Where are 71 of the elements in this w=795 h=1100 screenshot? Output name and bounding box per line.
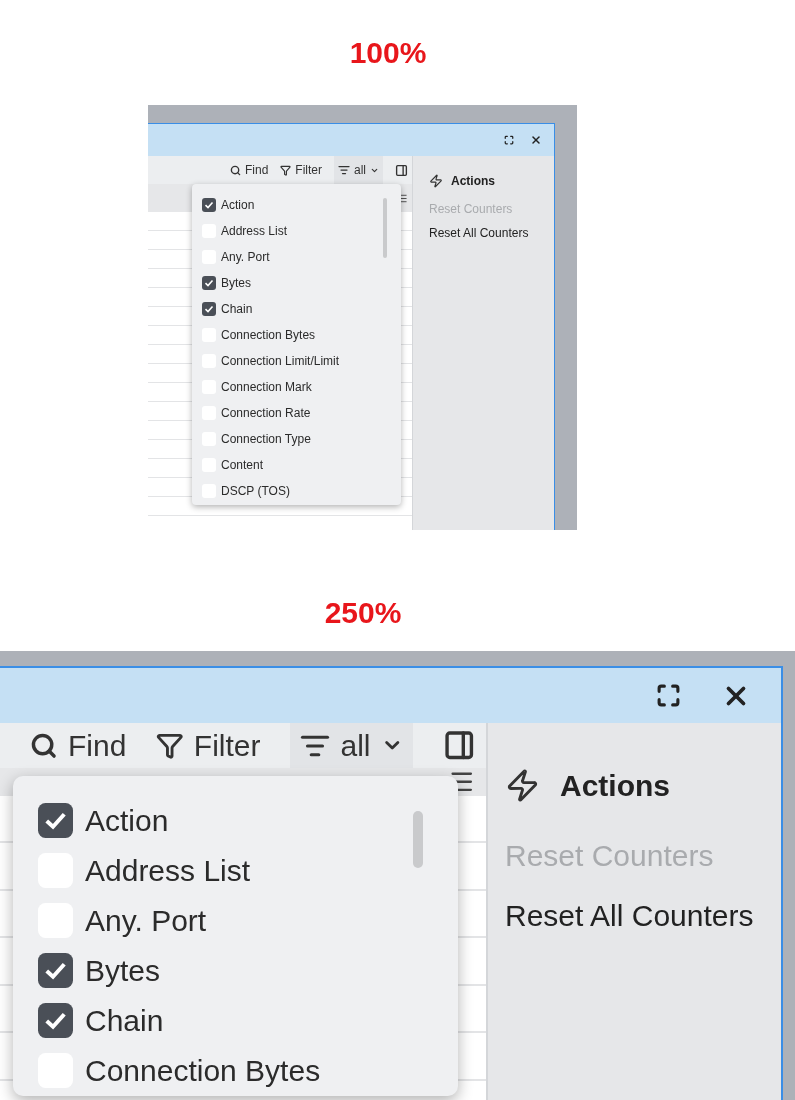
option-label: Connection Type: [221, 431, 311, 448]
option-label: Content: [221, 457, 264, 474]
option-label: Any. Port: [221, 249, 270, 266]
action-link[interactable]: Reset All Counters: [505, 893, 776, 938]
column-option[interactable]: DSCP (TOS): [202, 478, 401, 504]
filter-icon: [280, 164, 292, 176]
zoom-heading: 250%: [323, 595, 403, 631]
search-icon: [229, 164, 241, 176]
column-option[interactable]: Any. Port: [202, 244, 401, 270]
column-option[interactable]: Connection Bytes: [37, 1045, 458, 1096]
column-option[interactable]: Connection Mark: [202, 374, 401, 400]
action-link[interactable]: Reset All Counters: [429, 224, 538, 242]
option-label: Action: [85, 803, 169, 839]
option-label: Connection Limit/Limit: [221, 353, 340, 370]
filter-icon: [156, 731, 184, 760]
actions-title: Actions: [560, 768, 670, 804]
check-icon: [204, 200, 214, 210]
column-option[interactable]: Connection Type: [202, 426, 401, 452]
column-option[interactable]: Bytes: [202, 270, 401, 296]
find-button[interactable]: Find: [229, 161, 269, 179]
list-filter-icon: [338, 164, 350, 176]
actions-title: Actions: [451, 173, 495, 190]
option-label: Connection Bytes: [85, 1053, 321, 1089]
checkbox[interactable]: [202, 302, 216, 316]
option-label: Connection Rate: [221, 405, 311, 422]
option-label: Chain: [221, 301, 253, 318]
option-label: Bytes: [85, 953, 161, 989]
column-option[interactable]: Address List: [37, 845, 458, 896]
checkbox[interactable]: [37, 953, 73, 988]
option-label: DSCP (TOS): [221, 483, 290, 500]
option-label: Bytes: [221, 275, 251, 292]
column-option[interactable]: Bytes: [37, 945, 458, 996]
check-icon: [204, 304, 214, 314]
view-dropdown[interactable]: all: [334, 156, 383, 184]
panel-toggle-icon[interactable]: [443, 729, 476, 762]
find-button[interactable]: Find: [30, 723, 127, 768]
zoom-heading: 100%: [348, 35, 428, 71]
maximize-icon[interactable]: [504, 135, 514, 145]
column-option[interactable]: Chain: [202, 296, 401, 322]
view-dropdown[interactable]: all: [290, 723, 413, 768]
maximize-icon[interactable]: [655, 683, 681, 708]
option-label: Connection Mark: [221, 379, 312, 396]
check-icon: [204, 278, 214, 288]
column-option[interactable]: Address List: [202, 218, 401, 244]
checkbox[interactable]: [202, 276, 216, 290]
column-option[interactable]: Any. Port: [37, 895, 458, 946]
checkbox[interactable]: [37, 803, 73, 838]
lightning-icon: [505, 768, 540, 803]
scrollbar-thumb[interactable]: [383, 198, 387, 258]
column-option[interactable]: Connection Limit/Limit: [202, 348, 401, 374]
option-label: Action: [221, 197, 255, 214]
option-label: Chain: [85, 1003, 164, 1039]
checkbox[interactable]: [37, 1003, 73, 1038]
option-label: Address List: [221, 223, 288, 240]
lightning-icon: [429, 174, 443, 188]
column-option[interactable]: Chain: [37, 995, 458, 1046]
checkbox[interactable]: [202, 198, 216, 212]
column-option[interactable]: Action: [37, 795, 458, 846]
filter-button[interactable]: Filter: [156, 723, 261, 768]
option-label: Any. Port: [85, 903, 207, 939]
column-option[interactable]: Action: [202, 192, 401, 218]
option-label: Connection Bytes: [221, 327, 316, 344]
close-icon[interactable]: [530, 134, 542, 146]
column-option[interactable]: Content: [202, 452, 401, 478]
column-option[interactable]: Connection Rate: [202, 400, 401, 426]
panel-toggle-icon[interactable]: [395, 163, 408, 177]
scrollbar-thumb[interactable]: [412, 810, 423, 868]
search-icon: [30, 731, 58, 760]
column-option[interactable]: Connection Bytes: [202, 322, 401, 348]
filter-button[interactable]: Filter: [280, 161, 322, 179]
option-label: Address List: [85, 853, 251, 889]
